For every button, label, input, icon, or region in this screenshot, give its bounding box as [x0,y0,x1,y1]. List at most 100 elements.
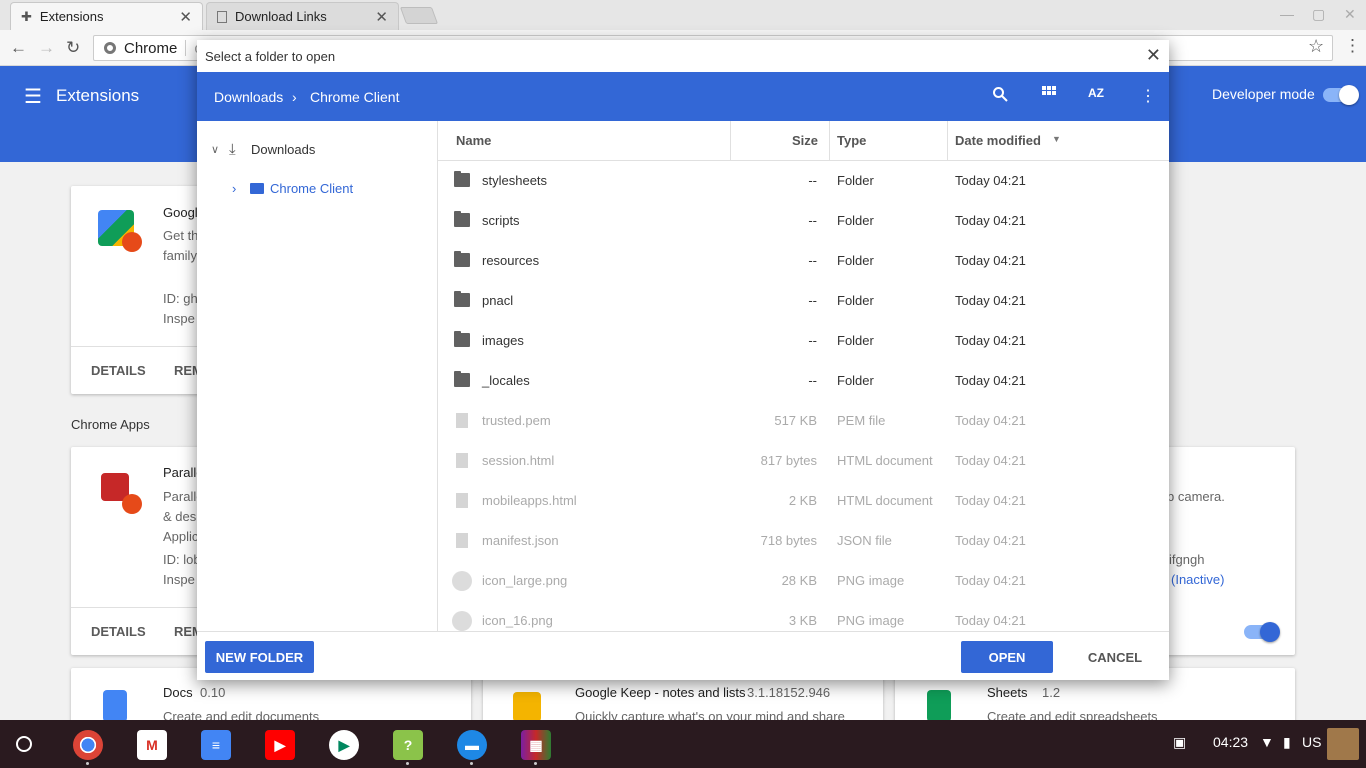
file-row[interactable]: session.html 817 bytes HTML document Today … [438,441,1169,481]
chrome-app-icon[interactable] [73,730,103,765]
archive-app-icon[interactable]: ▦ [521,730,551,765]
tab-download-links[interactable]: Download Links ✕ [206,2,399,30]
file-row[interactable]: trusted.pem 517 KB PEM file Today 04:21 [438,401,1169,441]
tree-item-downloads[interactable]: ∨ ⤓ Downloads [211,141,315,158]
clock[interactable]: 04:23 [1213,734,1248,750]
inspect-link[interactable]: (Inactive) [1171,572,1224,587]
file-row[interactable]: manifest.json 718 bytes JSON file Today 04:… [438,521,1169,561]
file-size: 2 KB [788,493,817,508]
column-divider [730,121,731,161]
folder-icon [454,211,470,227]
new-folder-button[interactable]: NEW FOLDER [205,641,314,673]
tree-label: Chrome Client [270,181,354,196]
files-app-icon[interactable]: ▬ [457,730,487,765]
close-window-icon[interactable]: ✕ [1344,6,1356,23]
file-date: Today 04:21 [955,413,1026,428]
forward-icon[interactable]: → [38,38,55,58]
column-name[interactable]: Name [456,133,491,148]
close-icon[interactable]: ✕ [179,8,192,26]
chevron-right-icon: › [232,181,237,196]
file-size: 517 KB [774,413,817,428]
running-dot [406,762,409,765]
launcher-icon[interactable] [16,736,32,752]
column-date[interactable]: Date modified [955,133,1041,148]
file-row[interactable]: pnacl -- Folder Today 04:21 [438,281,1169,321]
file-type: Folder [837,213,874,228]
keyboard-locale[interactable]: US [1302,734,1321,750]
gmail-app-icon[interactable]: M [137,730,167,760]
folder-icon [250,183,264,194]
tree-item-chrome-client[interactable]: › Chrome Client [232,181,353,196]
minimize-icon[interactable]: — [1280,6,1294,22]
column-type[interactable]: Type [837,133,866,148]
omnibox-scheme: Chrome [124,39,178,57]
file-row[interactable]: icon_large.png 28 KB PNG image Today 04:21 [438,561,1169,601]
file-row[interactable]: resources -- Folder Today 04:21 [438,241,1169,281]
column-divider [947,121,948,161]
close-icon[interactable]: ✕ [375,8,388,26]
more-icon[interactable]: ⋮ [1344,36,1361,56]
file-size: -- [808,213,817,228]
file-icon [456,533,468,548]
file-row[interactable]: icon_16.png 3 KB PNG image Today 04:21 [438,601,1169,631]
cancel-button[interactable]: CANCEL [1070,641,1160,673]
toggle-knob [1260,622,1280,642]
docs-icon [103,690,127,722]
file-name: icon_large.png [482,573,568,588]
open-button[interactable]: OPEN [961,641,1053,673]
breadcrumb-current[interactable]: Chrome Client [310,89,399,105]
file-row[interactable]: scripts -- Folder Today 04:21 [438,201,1169,241]
omnibox-divider [185,40,187,56]
extension-id: ID: lob [163,552,201,567]
tree-label: Downloads [251,142,316,157]
docs-app-icon[interactable]: ≡ [201,730,231,760]
file-type: PNG image [837,613,905,628]
more-options-icon[interactable]: ⋮ [1140,86,1156,106]
running-dot [534,762,537,765]
breadcrumb-downloads[interactable]: Downloads [214,89,283,105]
file-date: Today 04:21 [955,213,1026,228]
back-icon[interactable]: ← [10,38,27,58]
quiz-app-icon[interactable]: ? [393,730,423,765]
details-button[interactable]: DETAILS [91,363,146,378]
grid-view-icon[interactable] [1042,86,1056,105]
file-date: Today 04:21 [955,453,1026,468]
avatar[interactable] [1327,728,1359,760]
app-name: Docs [163,685,193,700]
developer-mode-label: Developer mode [1212,86,1315,102]
reload-icon[interactable]: ↻ [66,38,80,58]
close-icon[interactable]: ✕ [1146,45,1161,66]
file-type: JSON file [837,533,892,548]
column-size[interactable]: Size [792,133,818,148]
file-size: 3 KB [788,613,817,628]
extension-name: Googl [163,205,198,220]
sort-desc-icon: ▼ [1052,134,1061,144]
star-icon[interactable]: ☆ [1308,36,1324,57]
file-size: 718 bytes [760,533,817,548]
section-title: Chrome Apps [71,417,150,432]
developer-mode-toggle[interactable] [1323,85,1359,105]
chrome-icon [104,42,116,54]
file-row[interactable]: mobileapps.html 2 KB HTML document Today 04… [438,481,1169,521]
inspect-views: Inspe [163,572,195,587]
extension-enable-toggle[interactable] [1244,622,1280,642]
keep-icon [513,692,541,722]
download-icon: ⤓ [229,141,236,158]
new-tab-button[interactable] [399,7,439,24]
tab-strip: ✚ Extensions ✕ Download Links ✕ — ▢ ✕ [0,0,1366,30]
file-row[interactable]: _locales -- Folder Today 04:21 [438,361,1169,401]
details-button[interactable]: DETAILS [91,624,146,639]
app-version: 1.2 [1042,685,1061,700]
file-row[interactable]: stylesheets -- Folder Today 04:21 [438,161,1169,201]
dialog-title: Select a folder to open [205,49,336,64]
menu-icon[interactable]: ☰ [24,84,42,109]
search-icon[interactable] [992,86,1008,107]
sort-az-icon[interactable]: AZ [1088,86,1104,100]
play-store-app-icon[interactable]: ▶ [329,730,359,760]
maximize-icon[interactable]: ▢ [1312,6,1325,23]
tab-extensions[interactable]: ✚ Extensions ✕ [10,2,203,30]
file-row[interactable]: images -- Folder Today 04:21 [438,321,1169,361]
screenshot-icon[interactable]: ▣ [1173,734,1186,751]
youtube-app-icon[interactable]: ▶ [265,730,295,760]
app-version: 0.10 [200,685,226,700]
